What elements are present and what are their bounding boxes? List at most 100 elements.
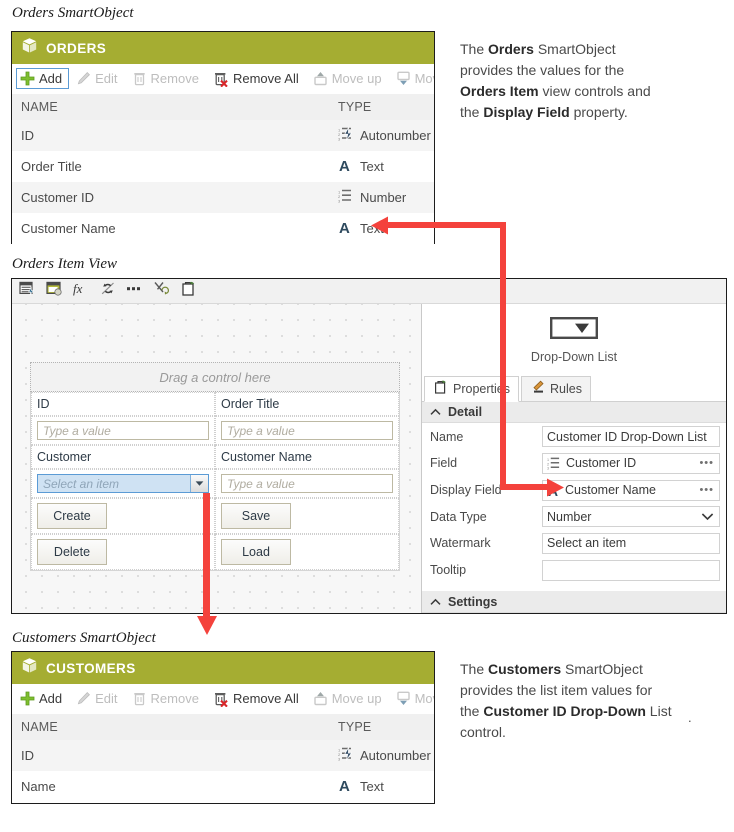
tab-rules[interactable]: Rules xyxy=(520,376,591,401)
table-row[interactable]: Customer ID 123 Number xyxy=(12,182,434,213)
load-button[interactable]: Load xyxy=(221,539,291,565)
properties-icon xyxy=(433,380,448,397)
form-cell[interactable]: Customer Name xyxy=(215,445,399,469)
customers-add-button[interactable]: Add xyxy=(16,688,69,709)
svg-text:A: A xyxy=(339,220,350,234)
ellipsis-icon[interactable]: ••• xyxy=(694,484,719,496)
orders-move-up-button[interactable]: Move up xyxy=(309,68,389,89)
orders-row-name: Customer Name xyxy=(12,213,329,244)
form-cell[interactable]: Order Title xyxy=(215,392,399,416)
expression-icon[interactable]: fx xyxy=(73,281,90,301)
form-cell[interactable]: Select an item xyxy=(31,469,215,498)
customers-note: The Customers SmartObject provides the l… xyxy=(460,659,675,743)
chevron-down-icon[interactable] xyxy=(696,510,719,524)
orders-edit-button[interactable]: Edit xyxy=(72,68,124,89)
orders-col-name: NAME xyxy=(12,94,329,120)
add-view-icon[interactable] xyxy=(19,281,36,301)
orders-item-view-caption: Orders Item View xyxy=(12,256,117,272)
drop-down-list-icon xyxy=(550,316,598,344)
form-cell[interactable]: Customer xyxy=(31,445,215,469)
svg-text:A: A xyxy=(339,778,350,792)
table-row[interactable]: ID 123 Autonumber xyxy=(12,120,434,151)
create-button[interactable]: Create xyxy=(37,503,107,529)
annotation-arrowhead-left xyxy=(371,216,388,235)
orders-note-text: The Orders SmartObject provides the valu… xyxy=(460,41,651,120)
form-cell[interactable]: Type a value xyxy=(31,416,215,445)
property-value-display-field[interactable]: A Customer Name ••• xyxy=(542,479,720,501)
chevron-down-icon[interactable] xyxy=(190,475,208,492)
property-value-tooltip[interactable] xyxy=(542,559,720,581)
form-row-labels-1: ID Order Title xyxy=(31,392,399,416)
property-value-field[interactable]: 123 Customer ID ••• xyxy=(542,452,720,474)
annotation-arrow-displayfield-bottom xyxy=(500,484,548,490)
form-fields-table: ID Order Title Type a value Type a value… xyxy=(30,392,400,571)
more-icon[interactable] xyxy=(126,281,143,301)
customers-smartobject-panel: CUSTOMERS Add Edit Remove Remove All Mov… xyxy=(11,651,435,804)
customers-note-stray-dot: . xyxy=(688,710,692,725)
customer-id-drop-down-list[interactable]: Select an item xyxy=(37,474,209,493)
orders-remove-button[interactable]: Remove xyxy=(128,68,206,89)
property-value-name[interactable]: Customer ID Drop-Down List xyxy=(542,426,720,448)
property-value-data-type-text: Number xyxy=(547,509,592,524)
add-control-icon[interactable] xyxy=(46,281,63,301)
orders-remove-all-button[interactable]: Remove All xyxy=(209,68,306,90)
orders-remove-label: Remove xyxy=(150,71,199,86)
orders-row-type: Autonumber xyxy=(360,128,431,143)
table-row[interactable]: Name A Text xyxy=(12,771,434,802)
svg-text:A: A xyxy=(339,158,350,172)
table-row[interactable]: ID 123 Autonumber xyxy=(12,740,434,771)
association-icon[interactable] xyxy=(100,281,116,301)
id-textbox[interactable]: Type a value xyxy=(37,421,209,440)
customer-name-textbox[interactable]: Type a value xyxy=(221,474,393,493)
form-cell[interactable]: Type a value xyxy=(215,469,399,498)
form-row-inputs-1: Type a value Type a value xyxy=(31,416,399,445)
orders-add-button[interactable]: Add xyxy=(16,68,70,89)
save-button[interactable]: Save xyxy=(221,503,291,529)
form-cell[interactable]: ID xyxy=(31,392,215,416)
field-label-customer: Customer xyxy=(37,450,92,464)
property-value-watermark[interactable]: Select an item xyxy=(542,532,720,554)
delete-button[interactable]: Delete xyxy=(37,539,107,565)
paste-icon[interactable] xyxy=(180,281,197,301)
form-cell[interactable]: Load xyxy=(215,534,399,570)
field-label-order-title: Order Title xyxy=(221,397,280,411)
form-cell[interactable]: Delete xyxy=(31,534,215,570)
customers-col-type: TYPE xyxy=(329,714,434,740)
form-cell[interactable]: Create xyxy=(31,498,215,534)
orders-row-type: Text xyxy=(360,159,384,174)
section-header-detail[interactable]: Detail xyxy=(422,401,726,424)
orders-smartobject-caption: Orders SmartObject xyxy=(12,5,134,21)
orders-move-down-button[interactable]: Move down xyxy=(392,68,434,89)
ellipsis-icon[interactable]: ••• xyxy=(694,457,719,469)
view-designer-toolbar: fx xyxy=(12,279,726,304)
orders-edit-label: Edit xyxy=(95,71,118,86)
customers-move-up-button[interactable]: Move up xyxy=(309,688,389,709)
customers-table-header-row: NAME TYPE xyxy=(12,714,434,740)
orders-add-label: Add xyxy=(39,71,63,86)
customers-remove-button[interactable]: Remove xyxy=(128,688,206,709)
customers-add-label: Add xyxy=(39,691,63,706)
form-cell[interactable]: Save xyxy=(215,498,399,534)
table-row[interactable]: Order Title A Text xyxy=(12,151,434,182)
customers-move-up-label: Move up xyxy=(331,691,382,706)
number-icon: 123 xyxy=(547,457,566,470)
form-row-buttons-2: Delete Load xyxy=(31,534,399,570)
section-header-settings[interactable]: Settings xyxy=(422,591,726,613)
drag-control-dropzone[interactable]: Drag a control here xyxy=(30,362,400,392)
control-preview-name: Drop-Down List xyxy=(530,349,618,364)
order-title-textbox[interactable]: Type a value xyxy=(221,421,393,440)
orders-smartobject-title: ORDERS xyxy=(46,40,107,56)
form-layout-table: Drag a control here ID Order Title Type … xyxy=(30,362,400,571)
cut-transfer-icon[interactable] xyxy=(153,281,170,301)
customers-move-down-button[interactable]: Move down xyxy=(392,688,434,709)
customers-remove-all-button[interactable]: Remove All xyxy=(209,688,306,710)
customers-edit-button[interactable]: Edit xyxy=(72,688,124,709)
form-cell[interactable]: Type a value xyxy=(215,416,399,445)
svg-text:3: 3 xyxy=(338,756,341,761)
customer-ddl-watermark: Select an item xyxy=(43,476,120,491)
properties-spacer xyxy=(422,583,726,591)
view-canvas[interactable]: Drag a control here ID Order Title Type … xyxy=(12,304,422,613)
field-label-customer-name: Customer Name xyxy=(221,450,312,464)
customers-remove-all-label: Remove All xyxy=(232,691,299,706)
property-value-data-type[interactable]: Number xyxy=(542,506,720,528)
